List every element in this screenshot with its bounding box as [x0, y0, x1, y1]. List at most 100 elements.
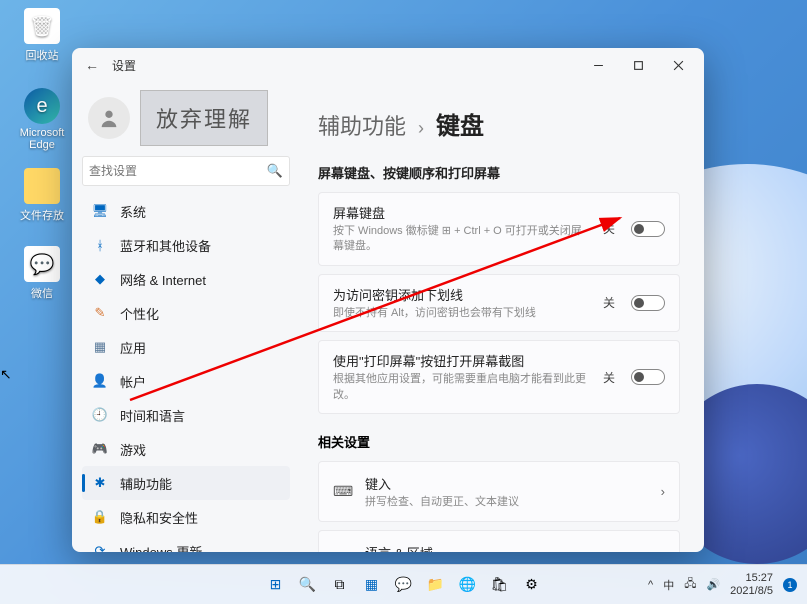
taskbar-store[interactable]: 🛍 — [487, 572, 513, 598]
desktop-icon-label: Microsoft Edge — [12, 127, 72, 151]
nav-label: 帐户 — [120, 372, 146, 391]
setting-row-0: 屏幕键盘按下 Windows 徽标键 ⊞ + Ctrl + O 可打开或关闭屏幕… — [318, 192, 680, 266]
breadcrumb: 辅助功能 › 键盘 — [318, 106, 680, 141]
desktop-icon-edge[interactable]: e Microsoft Edge — [12, 88, 72, 151]
avatar — [88, 97, 130, 139]
desktop-icon-label: 文件存放 — [12, 207, 72, 223]
related-row-1[interactable]: 🌐语言 & 区域显示语言、首选语言、地区› — [318, 530, 680, 552]
sidebar-item-8[interactable]: ✱ 辅助功能 — [82, 466, 290, 500]
tray-ime[interactable]: 中 — [663, 577, 674, 593]
setting-title: 为访问密钥添加下划线 — [333, 285, 591, 304]
close-button[interactable] — [658, 51, 698, 79]
setting-row-1: 为访问密钥添加下划线即使不持有 Alt，访问密钥也会带有下划线关 — [318, 274, 680, 332]
desktop-icon-label: 微信 — [12, 285, 72, 301]
tray-network-icon[interactable]: 🖧 — [684, 575, 696, 594]
maximize-button[interactable] — [618, 51, 658, 79]
related-title: 键入 — [365, 474, 647, 493]
task-view-button[interactable]: ⧉ — [327, 572, 353, 598]
desktop-icon-folder[interactable]: 文件存放 — [12, 168, 72, 223]
sidebar-item-1[interactable]: ᚼ 蓝牙和其他设备 — [82, 228, 290, 262]
sidebar-item-7[interactable]: 🎮 游戏 — [82, 432, 290, 466]
toggle-switch[interactable] — [631, 295, 665, 311]
sidebar-item-10[interactable]: ⟳ Windows 更新 — [82, 534, 290, 552]
nav-icon: 🕘 — [92, 407, 108, 423]
system-tray[interactable]: ^ 中 🖧 🔊 15:27 2021/8/5 1 — [648, 572, 807, 597]
sidebar-item-4[interactable]: ▦ 应用 — [82, 330, 290, 364]
sidebar-item-5[interactable]: 👤 帐户 — [82, 364, 290, 398]
main-content: 辅助功能 › 键盘 屏幕键盘、按键顺序和打印屏幕 屏幕键盘按下 Windows … — [300, 82, 704, 552]
chevron-right-icon: › — [661, 484, 665, 499]
setting-title: 使用"打印屏幕"按钮打开屏幕截图 — [333, 351, 591, 370]
related-icon: ⌨ — [333, 483, 351, 500]
related-heading: 相关设置 — [318, 432, 680, 451]
app-title: 设置 — [112, 57, 136, 74]
folder-icon — [24, 168, 60, 204]
taskbar: ⊞ 🔍 ⧉ ▦ 💬 📁 🌐 🛍 ⚙ ^ 中 🖧 🔊 15:27 2021/8/5… — [0, 564, 807, 604]
nav-icon: 🔒 — [92, 509, 108, 525]
nav-label: 时间和语言 — [120, 406, 185, 425]
nav-icon: 🎮 — [92, 441, 108, 457]
nav-icon: ✱ — [92, 475, 108, 491]
nav-label: Windows 更新 — [120, 542, 202, 553]
nav-icon: ✎ — [92, 305, 108, 321]
tray-clock[interactable]: 15:27 2021/8/5 — [730, 572, 773, 597]
search-box[interactable]: 🔍 — [82, 156, 290, 186]
settings-window: ← 设置 放弃理解 🔍 🖥 系统 ᚼ 蓝牙和其他设备 ◆ 网络 & Internet ✎ 个性… — [72, 48, 704, 552]
sidebar-item-3[interactable]: ✎ 个性化 — [82, 296, 290, 330]
nav-label: 蓝牙和其他设备 — [120, 236, 211, 255]
minimize-button[interactable] — [578, 51, 618, 79]
notification-badge[interactable]: 1 — [783, 578, 797, 592]
nav-icon: ⟳ — [92, 543, 108, 552]
nav-icon: ◆ — [92, 271, 108, 287]
search-input[interactable] — [89, 164, 267, 178]
breadcrumb-parent[interactable]: 辅助功能 — [318, 109, 406, 141]
back-button[interactable]: ← — [82, 57, 102, 73]
desktop-icon-label: 回收站 — [12, 47, 72, 63]
taskbar-settings[interactable]: ⚙ — [519, 572, 545, 598]
setting-desc: 按下 Windows 徽标键 ⊞ + Ctrl + O 可打开或关闭屏幕键盘。 — [333, 224, 591, 255]
edge-icon: e — [24, 88, 60, 124]
toggle-switch[interactable] — [631, 369, 665, 385]
tray-volume-icon[interactable]: 🔊 — [706, 578, 720, 591]
nav-icon: 👤 — [92, 373, 108, 389]
titlebar: ← 设置 — [72, 48, 704, 82]
setting-title: 屏幕键盘 — [333, 203, 591, 222]
nav-label: 游戏 — [120, 440, 146, 459]
start-button[interactable]: ⊞ — [263, 572, 289, 598]
section-heading: 屏幕键盘、按键顺序和打印屏幕 — [318, 163, 680, 182]
nav-icon: 🖥 — [92, 203, 108, 219]
taskbar-search-button[interactable]: 🔍 — [295, 572, 321, 598]
related-desc: 拼写检查、自动更正、文本建议 — [365, 493, 647, 509]
sidebar-item-2[interactable]: ◆ 网络 & Internet — [82, 262, 290, 296]
toggle-switch[interactable] — [631, 221, 665, 237]
nav-label: 应用 — [120, 338, 146, 357]
mouse-cursor-icon: ↖ — [0, 366, 12, 383]
search-icon: 🔍 — [267, 163, 283, 179]
nav-label: 辅助功能 — [120, 474, 172, 493]
toggle-state: 关 — [603, 294, 615, 311]
profile-block[interactable]: 放弃理解 — [82, 82, 290, 154]
widgets-button[interactable]: ▦ — [359, 572, 385, 598]
nav-label: 隐私和安全性 — [120, 508, 198, 527]
profile-name-image: 放弃理解 — [140, 90, 268, 146]
related-row-0[interactable]: ⌨ 键入拼写检查、自动更正、文本建议 › — [318, 461, 680, 522]
sidebar-item-6[interactable]: 🕘 时间和语言 — [82, 398, 290, 432]
nav-icon: ▦ — [92, 339, 108, 355]
tray-chevron-up-icon[interactable]: ^ — [648, 579, 653, 591]
nav-label: 网络 & Internet — [120, 270, 206, 289]
nav-label: 系统 — [120, 202, 146, 221]
desktop-icon-wechat[interactable]: 💬 微信 — [12, 246, 72, 301]
desktop-icon-recycle[interactable]: 🗑 回收站 — [12, 8, 72, 63]
recycle-icon: 🗑 — [24, 8, 60, 44]
taskbar-explorer[interactable]: 📁 — [423, 572, 449, 598]
nav-label: 个性化 — [120, 304, 159, 323]
sidebar: 放弃理解 🔍 🖥 系统 ᚼ 蓝牙和其他设备 ◆ 网络 & Internet ✎ 个性化 ▦ 应用 👤… — [72, 82, 300, 552]
toggle-state: 关 — [603, 369, 615, 386]
setting-desc: 即使不持有 Alt，访问密钥也会带有下划线 — [333, 306, 591, 321]
sidebar-item-0[interactable]: 🖥 系统 — [82, 194, 290, 228]
taskbar-edge[interactable]: 🌐 — [455, 572, 481, 598]
sidebar-item-9[interactable]: 🔒 隐私和安全性 — [82, 500, 290, 534]
setting-row-2: 使用"打印屏幕"按钮打开屏幕截图根据其他应用设置，可能需要重启电脑才能看到此更改… — [318, 340, 680, 414]
nav-icon: ᚼ — [92, 237, 108, 253]
chat-button[interactable]: 💬 — [391, 572, 417, 598]
